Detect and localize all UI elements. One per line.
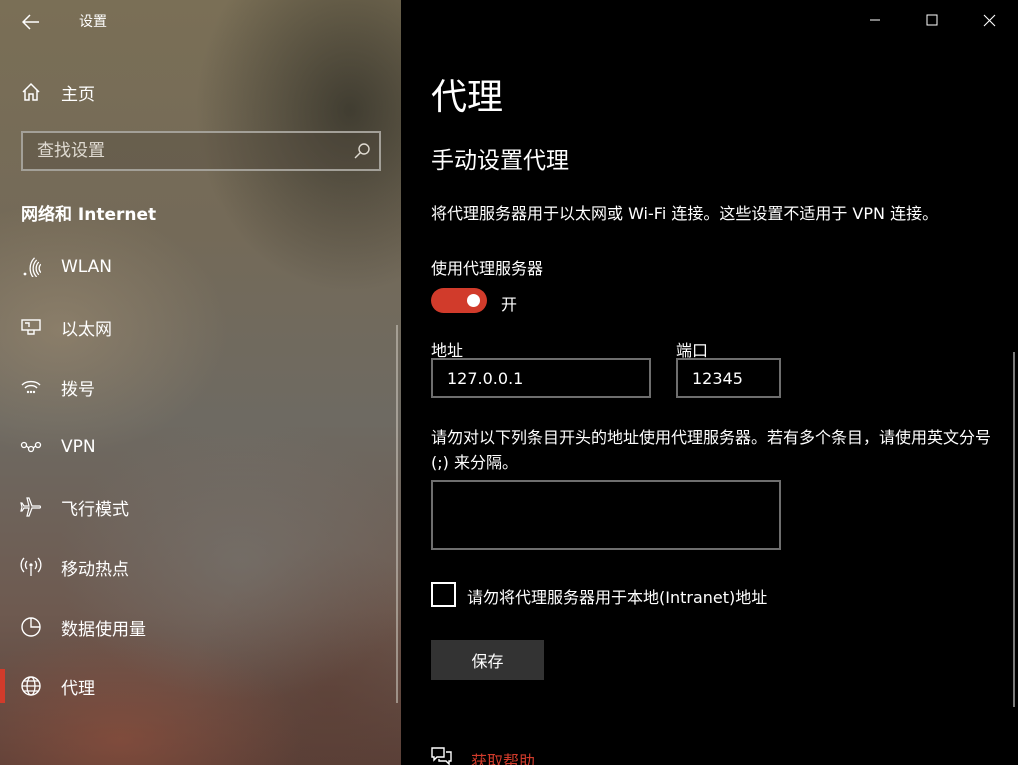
search-icon[interactable] bbox=[353, 142, 371, 160]
port-input[interactable] bbox=[676, 358, 781, 398]
sidebar-item-airplane-mode[interactable]: 飞行模式 bbox=[0, 482, 401, 532]
sidebar-item-mobile-hotspot[interactable]: 移动热点 bbox=[0, 542, 401, 592]
get-help-link[interactable]: 获取帮助 bbox=[471, 748, 535, 765]
airplane-icon bbox=[19, 495, 43, 519]
vpn-icon bbox=[19, 435, 43, 459]
home-nav-item[interactable]: 主页 bbox=[0, 67, 401, 117]
bypass-local-label[interactable]: 请勿将代理服务器用于本地(Intranet)地址 bbox=[467, 584, 767, 608]
sidebar-item-label: 代理 bbox=[61, 678, 95, 699]
address-input[interactable] bbox=[431, 358, 651, 398]
home-icon bbox=[19, 80, 43, 104]
hotspot-icon bbox=[19, 555, 43, 579]
description-text: 将代理服务器用于以太网或 Wi-Fi 连接。这些设置不适用于 VPN 连接。 bbox=[431, 204, 939, 223]
page-title: 代理 bbox=[431, 77, 504, 118]
wifi-icon bbox=[19, 255, 43, 279]
use-proxy-label: 使用代理服务器 bbox=[431, 259, 544, 278]
sidebar-item-label: 移动热点 bbox=[61, 559, 129, 580]
exceptions-label: 请勿对以下列条目开头的地址使用代理服务器。若有多个条目，请使用英文分号 (;) … bbox=[431, 428, 992, 472]
sidebar-item-label: 拨号 bbox=[61, 379, 95, 400]
globe-icon bbox=[19, 674, 43, 698]
main-content: 代理 手动设置代理 将代理服务器用于以太网或 Wi-Fi 连接。这些设置不适用于… bbox=[401, 0, 1018, 765]
exceptions-textarea[interactable] bbox=[431, 480, 781, 550]
search-input[interactable] bbox=[23, 141, 333, 161]
maximize-icon bbox=[926, 14, 938, 26]
dialup-icon bbox=[19, 375, 43, 399]
bypass-local-checkbox[interactable] bbox=[431, 582, 456, 607]
sidebar-item-label: 以太网 bbox=[61, 319, 112, 340]
section-title: 网络和 Internet bbox=[21, 205, 157, 225]
sidebar-item-label: VPN bbox=[61, 437, 96, 457]
ethernet-icon bbox=[19, 315, 43, 339]
close-icon bbox=[983, 14, 995, 26]
app-title: 设置 bbox=[79, 14, 107, 30]
main-scrollbar[interactable] bbox=[1013, 352, 1015, 707]
search-box[interactable] bbox=[21, 131, 381, 171]
sidebar-item-ethernet[interactable]: 以太网 bbox=[0, 302, 401, 352]
maximize-button[interactable] bbox=[903, 0, 961, 40]
sidebar-item-proxy[interactable]: 代理 bbox=[0, 661, 401, 711]
sidebar-item-label: 飞行模式 bbox=[61, 499, 129, 520]
sidebar-item-label: WLAN bbox=[61, 257, 113, 277]
use-proxy-toggle[interactable] bbox=[431, 288, 487, 313]
sidebar-item-label: 数据使用量 bbox=[61, 619, 146, 640]
help-chat-icon bbox=[431, 747, 452, 765]
close-button[interactable] bbox=[960, 0, 1018, 40]
data-usage-icon bbox=[19, 615, 43, 639]
minimize-button[interactable] bbox=[846, 0, 904, 40]
back-arrow-icon bbox=[22, 14, 39, 30]
sidebar-item-wlan[interactable]: WLAN bbox=[0, 242, 401, 292]
sidebar-item-vpn[interactable]: VPN bbox=[0, 422, 401, 472]
back-button[interactable] bbox=[12, 6, 50, 38]
save-button[interactable]: 保存 bbox=[431, 640, 544, 680]
section-title: 手动设置代理 bbox=[431, 148, 569, 174]
sidebar: 设置 主页 网络和 Internet WLAN 以太网 拨号 bbox=[0, 0, 401, 765]
sidebar-item-data-usage[interactable]: 数据使用量 bbox=[0, 602, 401, 652]
sidebar-scrollbar[interactable] bbox=[396, 325, 398, 703]
home-label: 主页 bbox=[61, 84, 95, 105]
toggle-state-text: 开 bbox=[501, 295, 518, 314]
sidebar-item-dialup[interactable]: 拨号 bbox=[0, 362, 401, 412]
toggle-knob bbox=[467, 294, 480, 307]
minimize-icon bbox=[870, 19, 880, 21]
